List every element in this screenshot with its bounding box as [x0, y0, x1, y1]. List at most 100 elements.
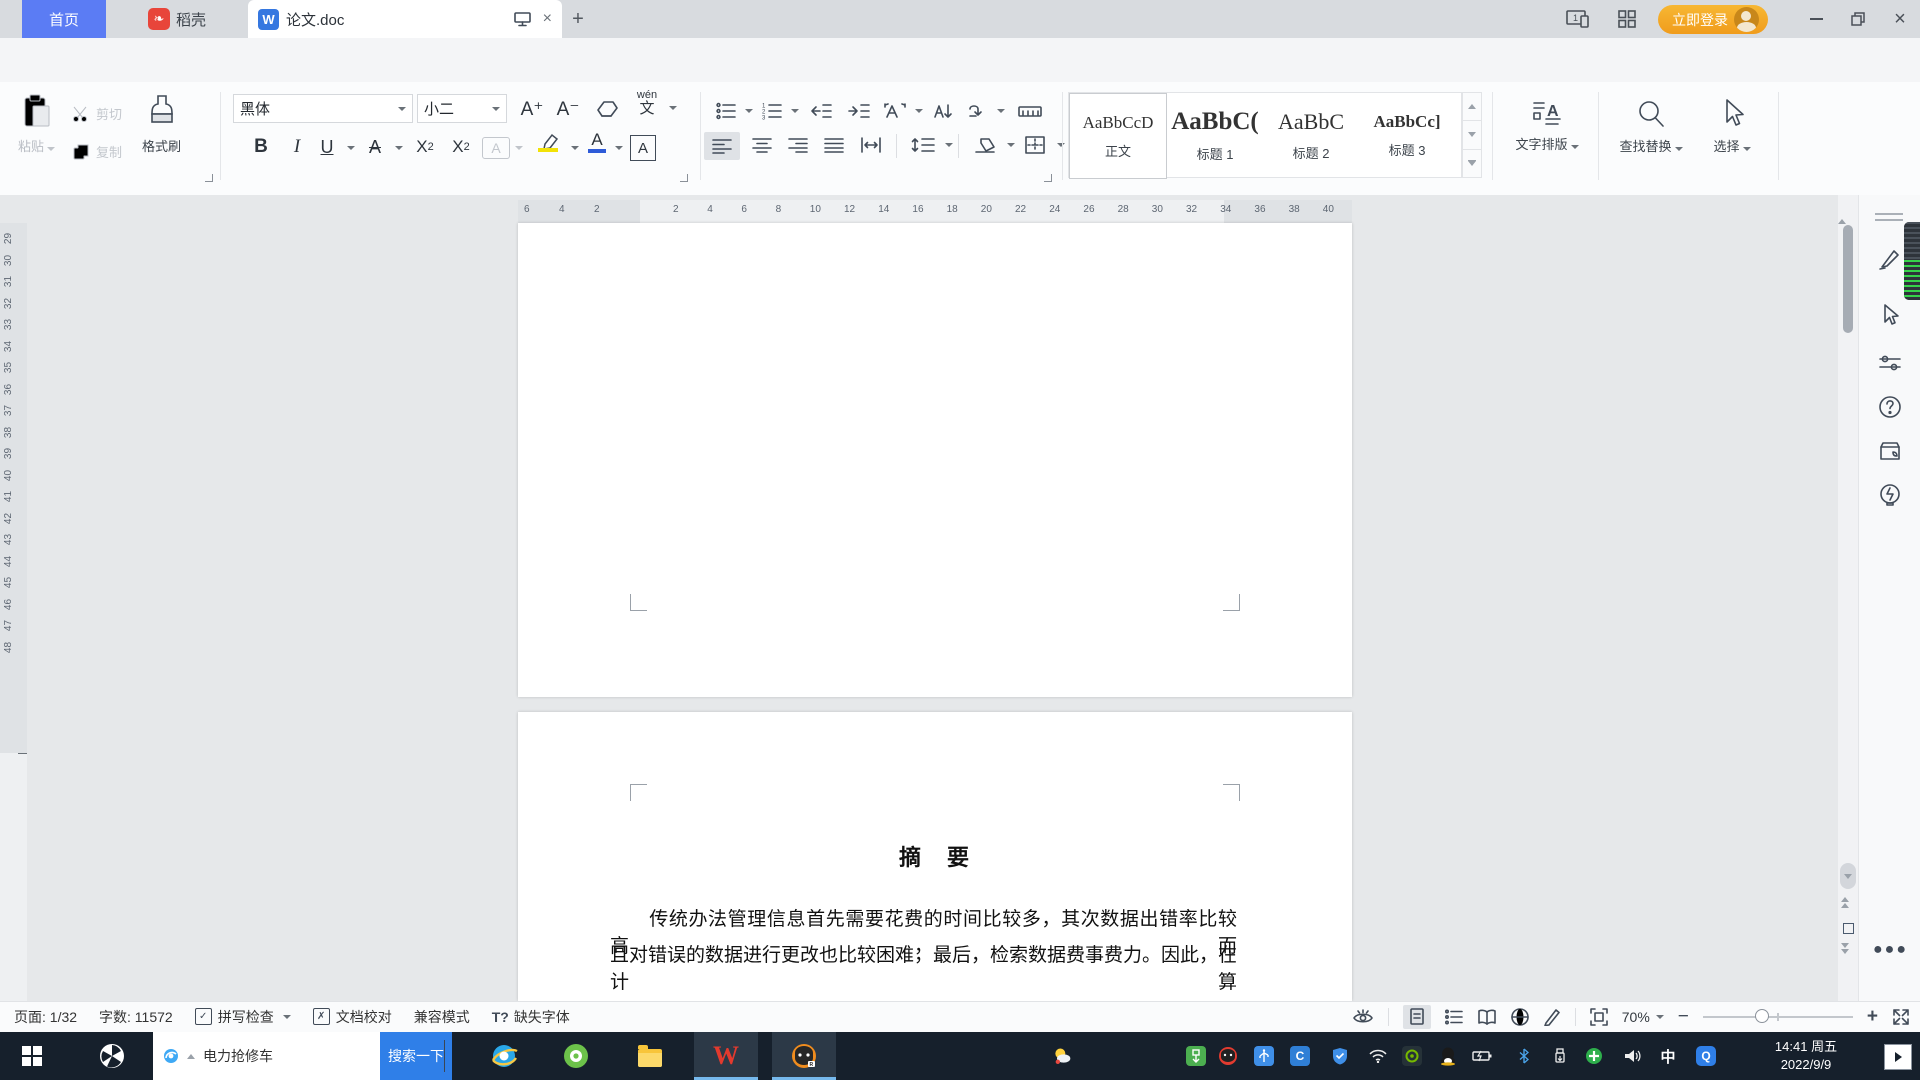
help-icon[interactable]	[1878, 395, 1902, 419]
tray-nvidia-icon[interactable]	[1402, 1046, 1422, 1066]
clear-format-button[interactable]	[590, 96, 624, 122]
decrease-font-button[interactable]: A⁻	[552, 96, 584, 122]
outline-view-button[interactable]	[1444, 1009, 1463, 1025]
wps-office-taskbar-icon[interactable]: W	[694, 1032, 758, 1080]
ie-browser-icon[interactable]	[480, 1032, 528, 1080]
text-direction-dropdown-icon[interactable]	[997, 109, 1005, 113]
tab-ruler-button[interactable]	[1014, 98, 1046, 124]
underline-dropdown-icon[interactable]	[347, 146, 355, 150]
strikethrough-dropdown-icon[interactable]	[395, 146, 403, 150]
horizontal-ruler[interactable]: 6 4 2 2 4 6 8 10 12 14 16 18 20 22 24 26 28 30 32 34 36 38 40	[518, 200, 1352, 223]
character-border-button[interactable]: A	[630, 135, 656, 161]
tray-volume-icon[interactable]	[1622, 1046, 1642, 1066]
clipboard-dialog-launcher[interactable]	[205, 174, 213, 182]
tray-usb-drive-icon[interactable]	[1550, 1046, 1570, 1066]
tray-battery-icon[interactable]	[1472, 1046, 1492, 1066]
read-mode-button[interactable]	[1477, 1009, 1497, 1025]
paragraph-line[interactable]: 且对错误的数据进行更改也比较困难，最后，检索数据费事费力。因此，在计算	[610, 940, 1237, 994]
justify-button[interactable]	[818, 132, 850, 158]
panel-drag-handle[interactable]	[1875, 213, 1903, 221]
restore-button[interactable]	[1838, 0, 1878, 38]
abstract-heading[interactable]: 摘 要	[518, 840, 1352, 872]
sort-button[interactable]	[928, 98, 958, 124]
tray-driver-icon[interactable]: C	[1290, 1046, 1310, 1066]
tray-qq-icon[interactable]	[1438, 1046, 1458, 1066]
text-layout-button[interactable]: A 文字排版	[1504, 98, 1590, 153]
pinyin-guide-button[interactable]: wén 文	[630, 90, 664, 117]
vertical-ruler[interactable]: 29 30 31 32 33 34 35 36 37 38 39 40 41 42 43 44 45 46 47 48	[0, 223, 27, 1001]
taskbar-clock[interactable]: 14:41 周五 2022/9/9	[1752, 1038, 1860, 1074]
superscript-button[interactable]: X2	[408, 134, 442, 160]
eye-protection-icon[interactable]	[1352, 1008, 1374, 1025]
highlight-dropdown-icon[interactable]	[571, 146, 579, 150]
select-browse-object-button[interactable]	[1843, 923, 1854, 934]
strikethrough-button[interactable]: A	[362, 134, 388, 160]
select-button[interactable]: 选择	[1700, 98, 1764, 155]
previous-page-button[interactable]	[1841, 897, 1849, 908]
scroll-up-icon[interactable]	[1838, 195, 1858, 224]
ime-indicator[interactable]: 中	[1658, 1046, 1678, 1066]
font-color-button[interactable]: A	[584, 131, 610, 153]
new-tab-button[interactable]: +	[566, 7, 590, 31]
adjust-settings-icon[interactable]	[1878, 351, 1902, 375]
tray-green-usb-icon[interactable]	[1186, 1046, 1206, 1066]
shading-dropdown-icon[interactable]	[1007, 143, 1015, 147]
close-document-icon[interactable]: ×	[543, 10, 552, 28]
workspace-icon[interactable]: 1	[1566, 9, 1592, 29]
char-scaling-dropdown-icon[interactable]	[915, 109, 923, 113]
page-view-button[interactable]	[1402, 1004, 1431, 1029]
style-normal[interactable]: AaBbCcD 正文	[1069, 93, 1167, 179]
line-spacing-dropdown-icon[interactable]	[945, 143, 953, 147]
cursor-tool-icon[interactable]	[1878, 303, 1902, 327]
tray-blue-usb-icon[interactable]	[1254, 1046, 1274, 1066]
increase-font-button[interactable]: A⁺	[516, 96, 548, 122]
zoom-in-button[interactable]: +	[1867, 1006, 1878, 1028]
scrollbar-thumb[interactable]	[1843, 225, 1853, 333]
italic-button[interactable]: I	[284, 134, 310, 160]
panel-more-icon[interactable]: ●●●	[1873, 941, 1908, 959]
align-right-button[interactable]	[782, 132, 814, 158]
format-painter-button[interactable]: 格式刷	[142, 94, 181, 155]
doc-proof-button[interactable]: ✗ 文档校对	[312, 1007, 392, 1027]
compat-mode-label[interactable]: 兼容模式	[414, 1007, 470, 1027]
shading-button[interactable]	[968, 132, 1002, 158]
increase-indent-button[interactable]	[844, 98, 874, 124]
tab-home[interactable]: 首页	[22, 0, 106, 38]
taskbar-search-text[interactable]: 电力抢修车	[203, 1046, 273, 1066]
vertical-scrollbar[interactable]	[1838, 195, 1858, 1001]
skill-shop-icon[interactable]	[1878, 439, 1902, 463]
style-heading1[interactable]: AaBbC( 标题 1	[1167, 93, 1263, 177]
align-center-button[interactable]	[746, 132, 778, 158]
start-button[interactable]	[10, 1032, 54, 1080]
pinwheel-app-icon[interactable]	[84, 1032, 140, 1080]
paragraph-dialog-launcher[interactable]	[1044, 174, 1052, 182]
tray-sogou-icon[interactable]: Q	[1696, 1046, 1716, 1066]
borders-dropdown-icon[interactable]	[1057, 143, 1065, 147]
numbering-dropdown-icon[interactable]	[791, 109, 799, 113]
login-button[interactable]: 立即登录	[1658, 5, 1768, 34]
ink-annotation-button[interactable]	[1543, 1008, 1561, 1026]
page-1[interactable]	[518, 223, 1352, 697]
search-engine-dropdown-icon[interactable]	[187, 1053, 195, 1059]
font-size-select[interactable]: 小二	[417, 94, 507, 123]
page-indicator[interactable]: 页面: 1/32	[14, 1007, 77, 1027]
tray-red-cat-icon[interactable]	[1218, 1046, 1238, 1066]
bullet-list-button[interactable]	[712, 98, 740, 124]
find-replace-button[interactable]: 查找替换	[1608, 98, 1694, 155]
text-layout-dropdown-icon[interactable]	[1570, 145, 1579, 149]
taskbar-search-go-button[interactable]: 搜索一下	[380, 1032, 452, 1080]
fullscreen-button[interactable]	[1892, 1008, 1910, 1026]
weather-tray-icon[interactable]	[1052, 1046, 1072, 1066]
zoom-level-button[interactable]: 70%	[1622, 1009, 1664, 1025]
close-window-button[interactable]: ×	[1880, 0, 1920, 38]
paste-dropdown-icon[interactable]	[47, 147, 56, 151]
spell-check-toggle[interactable]: ✓ 拼写检查	[194, 1007, 291, 1027]
tray-wifi-icon[interactable]	[1368, 1046, 1388, 1066]
text-effects-button[interactable]: A	[482, 137, 510, 159]
style-heading2[interactable]: AaBbC 标题 2	[1263, 93, 1359, 177]
tab-docer[interactable]: ❧ 稻壳	[118, 0, 236, 38]
style-heading3[interactable]: AaBbCc] 标题 3	[1359, 93, 1455, 177]
missing-font-button[interactable]: T? 缺失字体	[492, 1007, 570, 1027]
cut-button[interactable]: 剪切	[72, 104, 122, 123]
underline-button[interactable]: U	[314, 134, 340, 160]
